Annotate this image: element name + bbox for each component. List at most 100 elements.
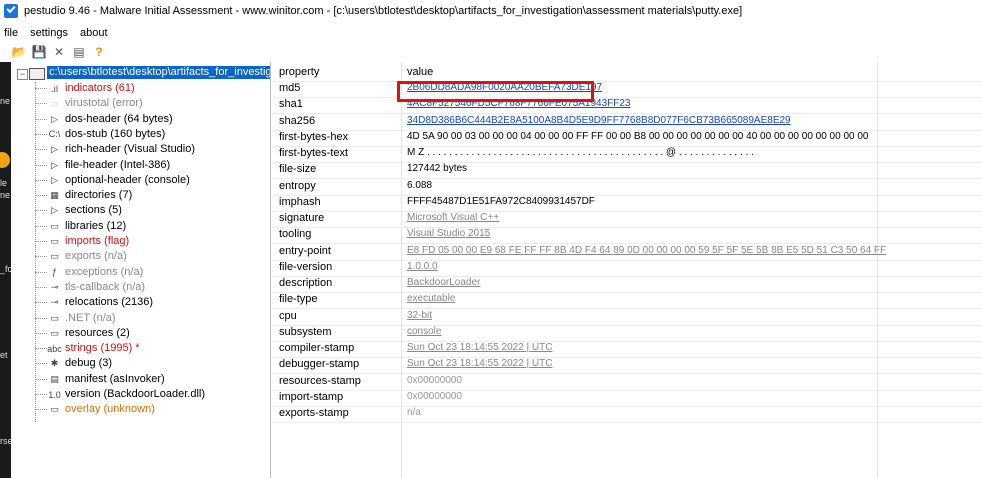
table-row[interactable]: first-bytes-text M Z . . . . . . . . . . …: [273, 146, 982, 163]
value-cell[interactable]: 32-bit: [407, 310, 432, 321]
menu-bar: file settings about: [0, 24, 982, 42]
tree-root[interactable]: − c:\users\btlotest\desktop\artifacts_fo…: [11, 65, 270, 80]
table-row[interactable]: file-version 1.0.0.0: [273, 260, 982, 277]
tree-item[interactable]: ▭ imports (flag): [11, 234, 270, 249]
table-row[interactable]: file-size 127442 bytes: [273, 162, 982, 180]
tree-item[interactable]: ⊸ relocations (2136): [11, 295, 270, 310]
tree-item[interactable]: ▭ exports (n/a): [11, 249, 270, 264]
table-row[interactable]: md5 2B06DD8ADA98F0020AA20BEFA73DE197: [273, 81, 982, 98]
tree-item-label[interactable]: file-header (Intel-386): [65, 158, 170, 173]
menu-settings[interactable]: settings: [30, 27, 68, 39]
help-icon[interactable]: ?: [92, 45, 106, 59]
property-cell: first-bytes-hex: [279, 130, 349, 143]
table-row[interactable]: exports-stamp n/a: [273, 406, 982, 423]
tree-item-label[interactable]: rich-header (Visual Studio): [65, 142, 195, 157]
table-row[interactable]: resources-stamp 0x00000000: [273, 374, 982, 391]
table-row[interactable]: subsystem console: [273, 325, 982, 342]
value-cell[interactable]: console: [407, 326, 441, 337]
tree-item[interactable]: ▷ optional-header (console): [11, 173, 270, 188]
tree-item[interactable]: ▷ rich-header (Visual Studio): [11, 142, 270, 157]
tree-node-icon: abc: [47, 343, 62, 354]
table-row[interactable]: import-stamp 0x00000000: [273, 390, 982, 407]
tree-item-label[interactable]: tls-callback (n/a): [65, 280, 145, 295]
value-cell[interactable]: Visual Studio 2015: [407, 228, 490, 239]
table-row[interactable]: entry-point E8 FD 05 00 00 E9 68 FE FF FF…: [273, 244, 982, 261]
value-cell[interactable]: executable: [407, 293, 455, 304]
tree-item-label[interactable]: optional-header (console): [65, 173, 190, 188]
table-row[interactable]: first-bytes-hex 4D 5A 90 00 03 00 00 00 0…: [273, 130, 982, 147]
tree-item-label[interactable]: directories (7): [65, 188, 132, 203]
tree-item[interactable]: ▤ manifest (asInvoker): [11, 372, 270, 387]
tree-connector: [35, 149, 47, 151]
tree-item[interactable]: .ıl indicators (61): [11, 81, 270, 96]
value-cell[interactable]: E8 FD 05 00 00 E9 68 FE FF FF 8B 4D F4 6…: [407, 245, 886, 256]
tree-item[interactable]: ⊸ tls-callback (n/a): [11, 280, 270, 295]
table-row[interactable]: file-type executable: [273, 292, 982, 310]
tree-item[interactable]: ▭ libraries (12): [11, 219, 270, 234]
table-row[interactable]: compiler-stamp Sun Oct 23 18:14:55 2022 |…: [273, 341, 982, 358]
tree-item-label[interactable]: manifest (asInvoker): [65, 372, 165, 387]
table-row[interactable]: cpu 32-bit: [273, 309, 982, 326]
background-desktop-strip: ne le ne _fc et rse: [0, 62, 11, 478]
column-header-property[interactable]: property: [279, 66, 319, 78]
tree-item-label[interactable]: version (BackdoorLoader.dll): [65, 387, 205, 402]
tree-item-label[interactable]: resources (2): [65, 326, 130, 341]
tree-item[interactable]: ◌ virustotal (error): [11, 96, 270, 111]
table-row[interactable]: signature Microsoft Visual C++: [273, 211, 982, 228]
tree-item-label[interactable]: exceptions (n/a): [65, 265, 143, 280]
table-row[interactable]: sha256 34D8D386B6C444B2E8A5100A8B4D5E9D9F…: [273, 114, 982, 131]
tree-item[interactable]: ✱ debug (3): [11, 356, 270, 371]
tree-panel: − c:\users\btlotest\desktop\artifacts_fo…: [11, 62, 271, 478]
value-cell[interactable]: 1.0.0.0: [407, 261, 438, 272]
table-row[interactable]: debugger-stamp Sun Oct 23 18:14:55 2022 |…: [273, 357, 982, 375]
menu-about[interactable]: about: [80, 27, 108, 39]
tree-item-label[interactable]: strings (1995) *: [65, 341, 140, 356]
save-icon[interactable]: 💾: [32, 45, 47, 59]
value-cell[interactable]: 34D8D386B6C444B2E8A5100A8B4D5E9D9FF7768B…: [407, 115, 791, 126]
tree-item-label[interactable]: debug (3): [65, 356, 112, 371]
tree-item[interactable]: ▷ file-header (Intel-386): [11, 158, 270, 173]
open-folder-icon[interactable]: 📂: [12, 45, 27, 59]
tree-item-label[interactable]: overlay (unknown): [65, 402, 155, 417]
table-row[interactable]: tooling Visual Studio 2015: [273, 227, 982, 245]
table-row[interactable]: description BackdoorLoader: [273, 276, 982, 293]
tree-item-label[interactable]: exports (n/a): [65, 249, 127, 264]
table-row[interactable]: imphash FFFF45487D1E51FA972C8409931457DF: [273, 195, 982, 212]
tree-item-label[interactable]: virustotal (error): [65, 96, 143, 111]
tree-item-label[interactable]: dos-stub (160 bytes): [65, 127, 165, 142]
tree-item-label[interactable]: relocations (2136): [65, 295, 153, 310]
table-row[interactable]: sha1 4AC8F527546FD5CF768F7766FE075A1943FF…: [273, 97, 982, 115]
value-cell[interactable]: Microsoft Visual C++: [407, 212, 499, 223]
tree-item-label[interactable]: libraries (12): [65, 219, 126, 234]
tree-item[interactable]: 1.0 version (BackdoorLoader.dll): [11, 387, 270, 402]
tree-item[interactable]: ▦ directories (7): [11, 188, 270, 203]
tree-item-label[interactable]: indicators (61): [65, 81, 135, 96]
tree-connector: [35, 286, 47, 288]
value-cell[interactable]: BackdoorLoader: [407, 277, 480, 288]
tree-item[interactable]: ▷ dos-header (64 bytes): [11, 112, 270, 127]
value-cell[interactable]: Sun Oct 23 18:14:55 2022 | UTC: [407, 342, 552, 353]
table-row[interactable]: entropy 6.088: [273, 179, 982, 196]
tree-item[interactable]: ƒ exceptions (n/a): [11, 265, 270, 280]
tree-item[interactable]: ▭ resources (2): [11, 326, 270, 341]
menu-file[interactable]: file: [4, 27, 18, 39]
list-icon[interactable]: ▤: [72, 45, 86, 59]
tree-item-label[interactable]: .NET (n/a): [65, 311, 116, 326]
tree-item[interactable]: ▷ sections (5): [11, 203, 270, 218]
collapse-icon[interactable]: −: [17, 69, 28, 80]
tree-item[interactable]: C:\ dos-stub (160 bytes): [11, 127, 270, 142]
column-header-value[interactable]: value: [407, 66, 433, 78]
tree-item[interactable]: abc strings (1995) *: [11, 341, 270, 356]
close-x-icon[interactable]: ✕: [52, 45, 66, 59]
tree-item-label[interactable]: sections (5): [65, 203, 122, 218]
tree-item-label[interactable]: dos-header (64 bytes): [65, 112, 173, 127]
tree-item[interactable]: ▭ overlay (unknown): [11, 402, 270, 417]
property-cell: import-stamp: [279, 390, 344, 403]
tree-connector: [35, 317, 47, 319]
tree-node-icon: ✱: [50, 358, 59, 369]
tree-item-label[interactable]: imports (flag): [65, 234, 129, 249]
toolbar: 📂 💾 ✕ ▤ ?: [0, 43, 982, 61]
value-cell[interactable]: Sun Oct 23 18:14:55 2022 | UTC: [407, 358, 552, 369]
tree-root-label[interactable]: c:\users\btlotest\desktop\artifacts_for_…: [47, 66, 270, 79]
tree-item[interactable]: ▭ .NET (n/a): [11, 311, 270, 326]
